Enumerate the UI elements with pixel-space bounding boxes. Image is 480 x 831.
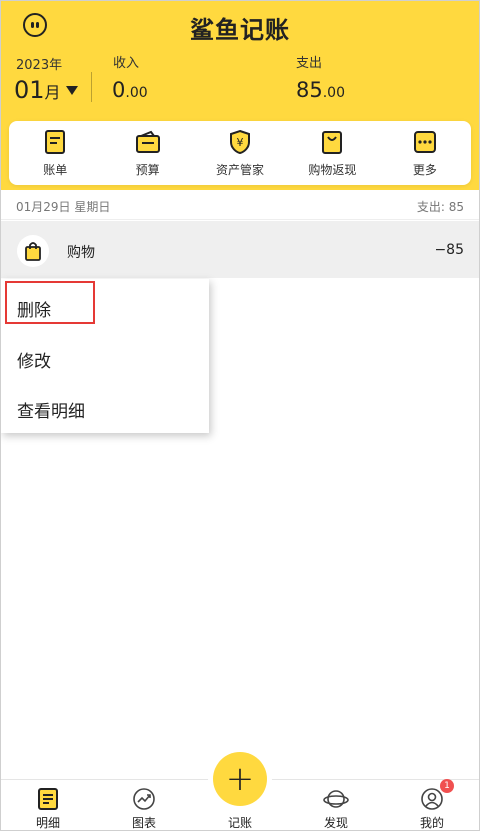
- view-detail-menu-item[interactable]: 查看明细: [17, 397, 85, 422]
- quick-menu: 账单 预算 ¥ 资产管家 购物返现 更多: [9, 121, 471, 185]
- quick-item-bill[interactable]: 账单: [9, 121, 101, 185]
- nav-item-chart[interactable]: 图表: [104, 780, 184, 831]
- nav-label: 记账: [227, 816, 252, 830]
- nav-label: 明细: [35, 816, 60, 830]
- bill-icon: [42, 129, 68, 155]
- expense-value: 85.00: [296, 78, 345, 102]
- plus-icon: +: [213, 752, 267, 806]
- quick-item-more[interactable]: 更多: [379, 121, 471, 185]
- nav-item-detail[interactable]: 明细: [8, 780, 88, 831]
- nav-label: 发现: [323, 816, 348, 830]
- nav-item-discover[interactable]: 发现: [296, 780, 376, 831]
- header-divider: [91, 72, 92, 102]
- quick-item-budget[interactable]: 预算: [101, 121, 193, 185]
- dropdown-triangle-icon: [65, 86, 78, 95]
- context-menu: 删除 修改 查看明细: [1, 279, 209, 433]
- day-expense: 支出: 85: [416, 200, 464, 214]
- profile-icon: 1: [419, 779, 454, 812]
- expense-label: 支出: [296, 56, 323, 71]
- asset-shield-yen-icon: ¥: [227, 129, 253, 155]
- nav-item-profile[interactable]: 1 我的: [392, 779, 472, 831]
- quick-item-label: 资产管家: [216, 163, 265, 177]
- more-icon: [412, 129, 438, 155]
- month-suffix: 月: [44, 83, 61, 102]
- income-value: 0.00: [112, 78, 148, 102]
- budget-wallet-icon: [135, 129, 161, 155]
- quick-item-label: 账单: [43, 163, 68, 177]
- month-selector[interactable]: 01月: [14, 76, 78, 104]
- delete-menu-item[interactable]: 删除: [17, 296, 51, 321]
- quick-item-label: 更多: [412, 163, 437, 177]
- shopping-bag-icon: [17, 235, 49, 267]
- edit-menu-item[interactable]: 修改: [17, 347, 51, 372]
- transaction-row[interactable]: 购物 −85: [0, 221, 480, 278]
- detail-list-icon: [35, 786, 61, 812]
- quick-item-cashback[interactable]: 购物返现: [286, 121, 378, 185]
- notification-badge: 1: [440, 779, 454, 793]
- add-record-button[interactable]: +: [208, 747, 272, 811]
- quick-item-label: 购物返现: [308, 163, 357, 177]
- date-label: 01月29日 星期日: [16, 200, 111, 214]
- nav-label: 我的: [419, 816, 444, 830]
- planet-icon: [323, 786, 349, 812]
- app-title: 鲨鱼记账: [190, 16, 290, 44]
- nav-label: 图表: [131, 816, 156, 830]
- quick-item-label: 预算: [135, 163, 160, 177]
- chart-trend-icon: [131, 786, 157, 812]
- transaction-amount: −85: [434, 242, 464, 258]
- month-value: 01: [14, 76, 45, 104]
- shopping-bag-icon: [319, 129, 345, 155]
- transaction-category: 购物: [67, 245, 95, 261]
- svg-text:¥: ¥: [237, 136, 244, 149]
- income-label: 收入: [113, 56, 140, 71]
- year-label[interactable]: 2023年: [16, 54, 62, 73]
- quick-item-assets[interactable]: ¥ 资产管家: [194, 121, 286, 185]
- date-group-header: 01月29日 星期日 支出: 85: [0, 192, 480, 220]
